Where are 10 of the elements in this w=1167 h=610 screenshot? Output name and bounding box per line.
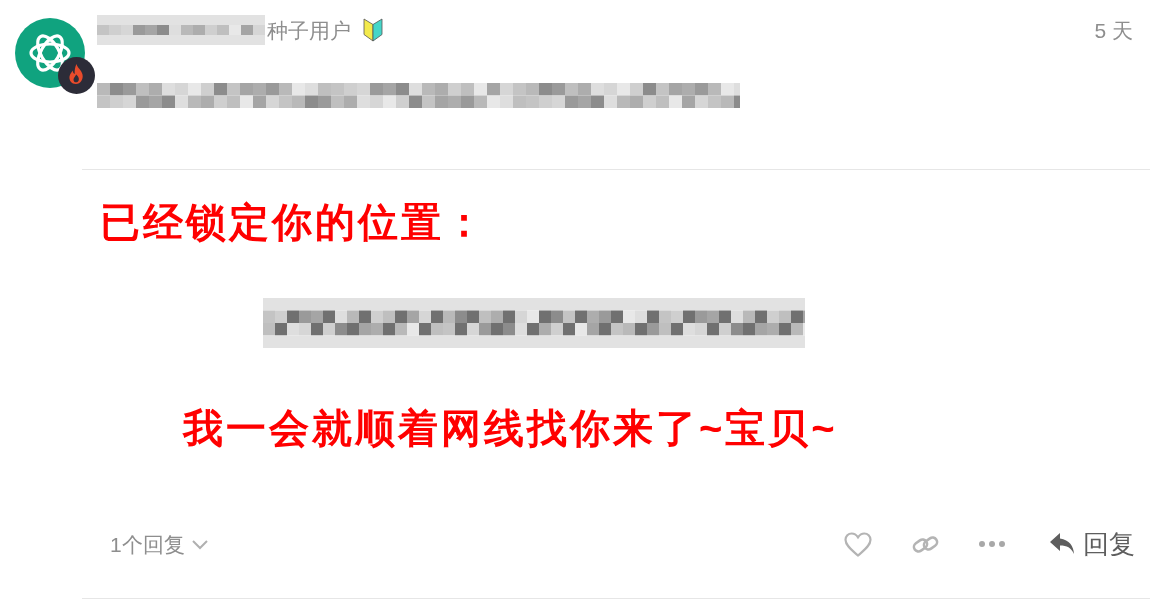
- flame-badge-icon: [58, 57, 95, 94]
- user-title: 种子用户: [267, 19, 351, 41]
- beginner-mark-icon: [363, 18, 383, 42]
- replies-toggle[interactable]: 1个回复: [110, 533, 209, 555]
- image-message: 我一会就顺着网线找你来了~宝贝~: [183, 405, 838, 452]
- reply-arrow-icon: [1049, 532, 1077, 556]
- image-heading: 已经锁定你的位置：: [99, 199, 487, 246]
- reply-button[interactable]: 回复: [1049, 531, 1135, 557]
- post-time: 5 天: [1094, 19, 1133, 41]
- ellipsis-icon: [979, 541, 1005, 547]
